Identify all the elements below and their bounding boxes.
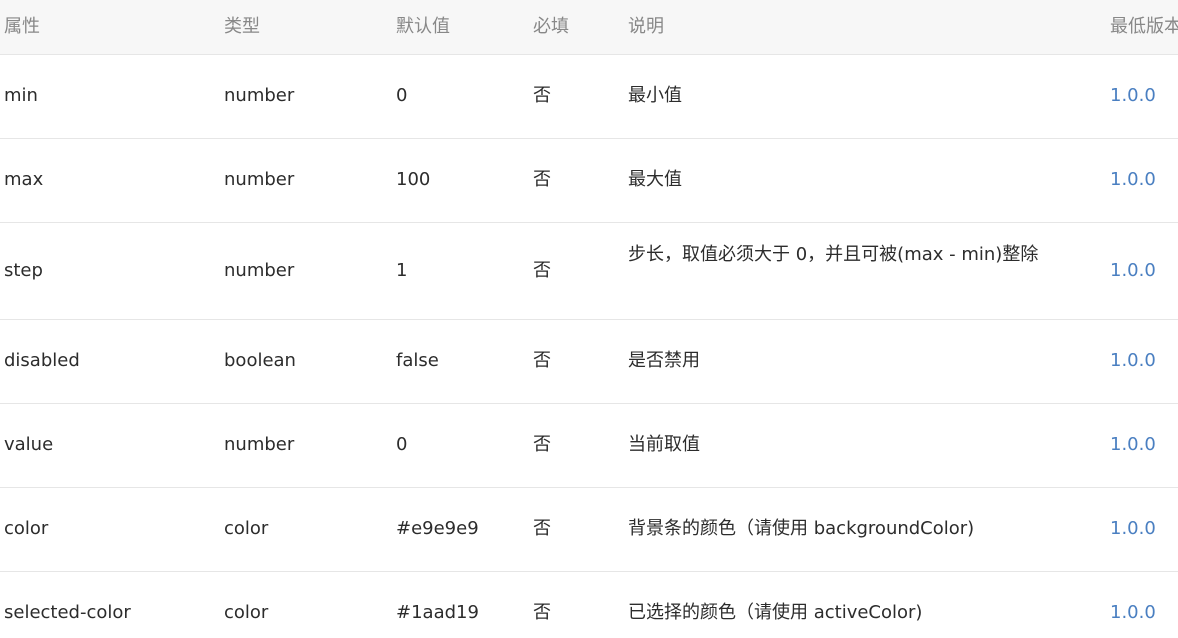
header-type: 类型 xyxy=(224,16,260,37)
table-row: selected-color color #1aad19 否 已选择的颜色（请使… xyxy=(0,571,1178,638)
cell-default: #1aad19 xyxy=(396,602,479,623)
cell-type: number xyxy=(224,85,295,106)
version-link[interactable]: 1.0.0 xyxy=(1110,164,1156,196)
cell-type: number xyxy=(224,434,295,455)
cell-type: boolean xyxy=(224,350,296,371)
cell-required: 否 xyxy=(533,434,551,455)
header-prop: 属性 xyxy=(4,16,40,37)
cell-default: 100 xyxy=(396,169,431,190)
table-row: disabled boolean false 否 是否禁用 1.0.0 xyxy=(0,319,1178,403)
table-row: step number 1 否 步长，取值必须大于 0，并且可被(max - m… xyxy=(0,222,1178,319)
version-link[interactable]: 1.0.0 xyxy=(1110,255,1156,287)
cell-prop: max xyxy=(4,169,44,190)
table-row: max number 100 否 最大值 1.0.0 xyxy=(0,138,1178,222)
version-link[interactable]: 1.0.0 xyxy=(1110,429,1156,461)
header-version: 最低版本 xyxy=(1110,16,1178,37)
cell-type: color xyxy=(224,602,269,623)
version-link[interactable]: 1.0.0 xyxy=(1110,345,1156,377)
cell-desc: 最小值 xyxy=(628,85,682,106)
cell-default: 1 xyxy=(396,260,408,281)
cell-desc: 已选择的颜色（请使用 activeColor) xyxy=(628,602,923,623)
cell-desc: 最大值 xyxy=(628,169,682,190)
table-row: value number 0 否 当前取值 1.0.0 xyxy=(0,403,1178,487)
cell-desc: 步长，取值必须大于 0，并且可被(max - min)整除 xyxy=(628,244,1039,265)
cell-prop: step xyxy=(4,260,43,281)
cell-prop: selected-color xyxy=(4,602,131,623)
cell-desc: 当前取值 xyxy=(628,434,700,455)
properties-table: 属性 类型 默认值 必填 说明 最低版本 min number 0 否 最小值 … xyxy=(0,0,1178,638)
cell-desc: 背景条的颜色（请使用 backgroundColor) xyxy=(628,518,975,539)
table-row: min number 0 否 最小值 1.0.0 xyxy=(0,54,1178,138)
cell-type: color xyxy=(224,518,269,539)
cell-desc: 是否禁用 xyxy=(628,350,700,371)
table-row: color color #e9e9e9 否 背景条的颜色（请使用 backgro… xyxy=(0,487,1178,571)
cell-prop: color xyxy=(4,518,49,539)
cell-default: 0 xyxy=(396,85,408,106)
cell-type: number xyxy=(224,169,295,190)
cell-prop: value xyxy=(4,434,54,455)
cell-required: 否 xyxy=(533,350,551,371)
header-required: 必填 xyxy=(533,16,569,37)
cell-required: 否 xyxy=(533,169,551,190)
cell-prop: disabled xyxy=(4,350,80,371)
cell-required: 否 xyxy=(533,518,551,539)
cell-default: #e9e9e9 xyxy=(396,518,479,539)
header-default: 默认值 xyxy=(396,16,450,37)
cell-default: false xyxy=(396,350,439,371)
cell-required: 否 xyxy=(533,602,551,623)
version-link[interactable]: 1.0.0 xyxy=(1110,597,1156,629)
cell-prop: min xyxy=(4,85,38,106)
cell-default: 0 xyxy=(396,434,408,455)
cell-required: 否 xyxy=(533,85,551,106)
version-link[interactable]: 1.0.0 xyxy=(1110,513,1156,545)
version-link[interactable]: 1.0.0 xyxy=(1110,80,1156,112)
cell-type: number xyxy=(224,260,295,281)
header-desc: 说明 xyxy=(628,16,664,37)
table-header: 属性 类型 默认值 必填 说明 最低版本 xyxy=(0,0,1178,54)
cell-required: 否 xyxy=(533,260,551,281)
